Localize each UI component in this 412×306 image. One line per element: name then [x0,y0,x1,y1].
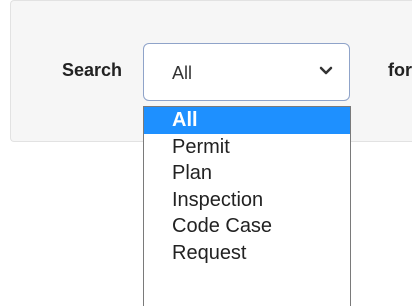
option-code-case[interactable]: Code Case [144,213,350,240]
option-plan[interactable]: Plan [144,160,350,187]
for-label: for [388,60,412,80]
select-current-value: All [172,63,193,83]
option-all[interactable]: All [144,107,350,134]
option-request[interactable]: Request [144,240,350,267]
search-type-dropdown-list: All Permit Plan Inspection Code Case Req… [143,106,351,306]
chevron-down-icon [319,66,333,75]
search-label: Search [62,60,123,80]
option-permit[interactable]: Permit [144,134,350,161]
search-type-select[interactable]: All [143,43,350,101]
option-inspection[interactable]: Inspection [144,187,350,214]
page: Search All for All Permit Plan Inspectio… [0,0,412,306]
